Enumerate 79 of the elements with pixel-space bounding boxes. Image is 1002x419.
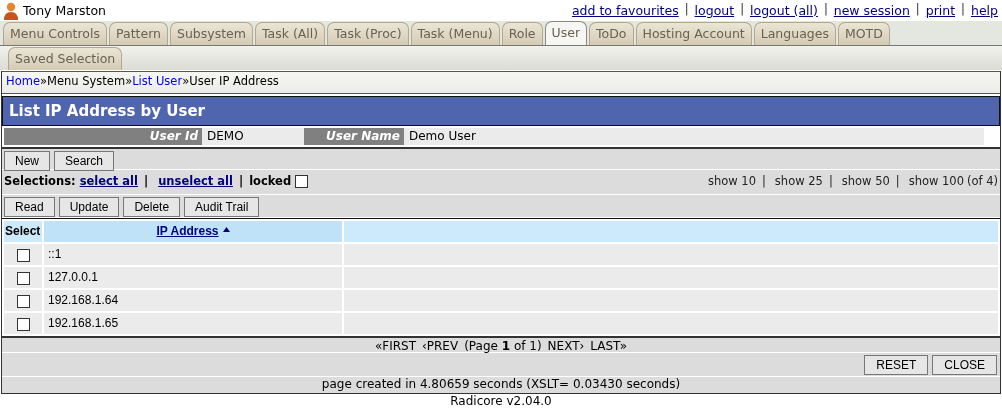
tab[interactable]: Task (All) <box>254 22 326 45</box>
pager-link[interactable]: ‹PREV <box>422 339 459 353</box>
row-action-button[interactable]: Update <box>58 197 120 217</box>
top-link[interactable]: logout (all) <box>750 3 818 18</box>
top-link[interactable]: print <box>925 3 956 18</box>
locked-checkbox[interactable] <box>295 175 309 189</box>
tab[interactable]: Menu Controls <box>3 22 107 45</box>
separator: | <box>762 175 766 189</box>
timing-text: page created in 4.80659 seconds (XSLT= 0.03430 seconds) <box>2 377 1000 393</box>
selection-link[interactable]: select all <box>79 175 138 189</box>
separator: | <box>895 175 900 189</box>
top-link[interactable]: add to favourites <box>571 3 679 18</box>
page-title: List IP Address by User <box>2 96 1000 126</box>
user-name: Tony Marston <box>23 3 107 18</box>
table-cell: 192.168.1.65 <box>44 313 342 334</box>
selection-label: Selections: <box>4 175 76 189</box>
separator: » <box>125 74 133 88</box>
tab[interactable]: Pattern <box>109 22 168 45</box>
separator: » <box>182 74 190 88</box>
field-label: User Id <box>4 128 202 145</box>
field-value: DEMO <box>202 128 304 145</box>
page-size-link[interactable]: show 25 <box>774 175 823 189</box>
breadcrumb-text: Menu System <box>47 74 126 88</box>
footer-button[interactable]: CLOSE <box>932 355 997 375</box>
tab[interactable]: Subsystem <box>170 22 253 45</box>
page-size-link[interactable]: (of 4) <box>966 175 998 189</box>
breadcrumb-link[interactable]: Home <box>6 74 40 88</box>
tab[interactable]: Saved Selection <box>8 47 123 70</box>
table-cell: ::1 <box>44 244 342 265</box>
page-size-link[interactable]: show 10 <box>707 175 756 189</box>
separator: » <box>39 74 47 88</box>
pager-link[interactable]: LAST» <box>590 339 628 353</box>
row-checkbox[interactable] <box>16 271 30 285</box>
tab[interactable]: ToDo <box>589 22 634 45</box>
sort-ascending-icon <box>222 227 230 233</box>
pager-link[interactable]: «FIRST <box>374 339 416 353</box>
tab[interactable]: Hosting Account <box>635 22 752 45</box>
tab[interactable]: User <box>544 21 588 45</box>
row-action-button[interactable]: Delete <box>123 197 181 217</box>
column-header-link[interactable]: IP Address <box>156 224 219 239</box>
selection-label: locked <box>249 175 292 189</box>
separator: | <box>915 3 920 18</box>
separator: | <box>828 175 833 189</box>
pager-link[interactable]: NEXT› <box>547 339 585 353</box>
row-action-button[interactable]: Read <box>4 197 55 217</box>
separator: | <box>684 3 689 18</box>
tab[interactable]: Languages <box>753 22 836 45</box>
table-cell: 127.0.0.1 <box>44 267 342 288</box>
separator: | <box>144 175 149 189</box>
tab[interactable]: Role <box>501 22 543 45</box>
column-header: Select <box>5 224 41 239</box>
top-link[interactable]: logout <box>694 3 735 18</box>
separator: | <box>740 3 744 18</box>
tab[interactable]: Task (Proc) <box>327 22 409 45</box>
table-cell: 192.168.1.64 <box>44 290 342 311</box>
top-link[interactable]: new session <box>833 3 910 18</box>
separator: | <box>961 3 965 18</box>
page-size-link[interactable]: show 50 <box>841 175 890 189</box>
field-label: User Name <box>304 128 404 145</box>
row-checkbox[interactable] <box>16 317 30 331</box>
row-checkbox[interactable] <box>16 294 30 308</box>
row-checkbox[interactable] <box>16 248 30 262</box>
page-info: (Page 1 of 1) <box>464 339 542 353</box>
page-size-link[interactable]: show 100 <box>908 175 964 189</box>
action-button[interactable]: Search <box>54 151 115 171</box>
action-button[interactable]: New <box>4 151 50 171</box>
field-value: Demo User <box>404 128 984 145</box>
breadcrumb-text: User IP Address <box>189 74 279 88</box>
version-text: Radicore v2.04.0 <box>449 394 553 410</box>
row-action-button[interactable]: Audit Trail <box>184 197 260 217</box>
tab[interactable]: MOTD <box>837 22 890 45</box>
selection-link[interactable]: unselect all <box>158 175 233 189</box>
breadcrumb-link[interactable]: List User <box>132 74 183 88</box>
top-link[interactable]: help <box>970 3 998 18</box>
tab[interactable]: Task (Menu) <box>410 22 500 45</box>
user-icon <box>3 1 19 20</box>
separator: | <box>238 175 244 189</box>
footer-button[interactable]: RESET <box>864 355 929 375</box>
separator: | <box>823 3 828 18</box>
